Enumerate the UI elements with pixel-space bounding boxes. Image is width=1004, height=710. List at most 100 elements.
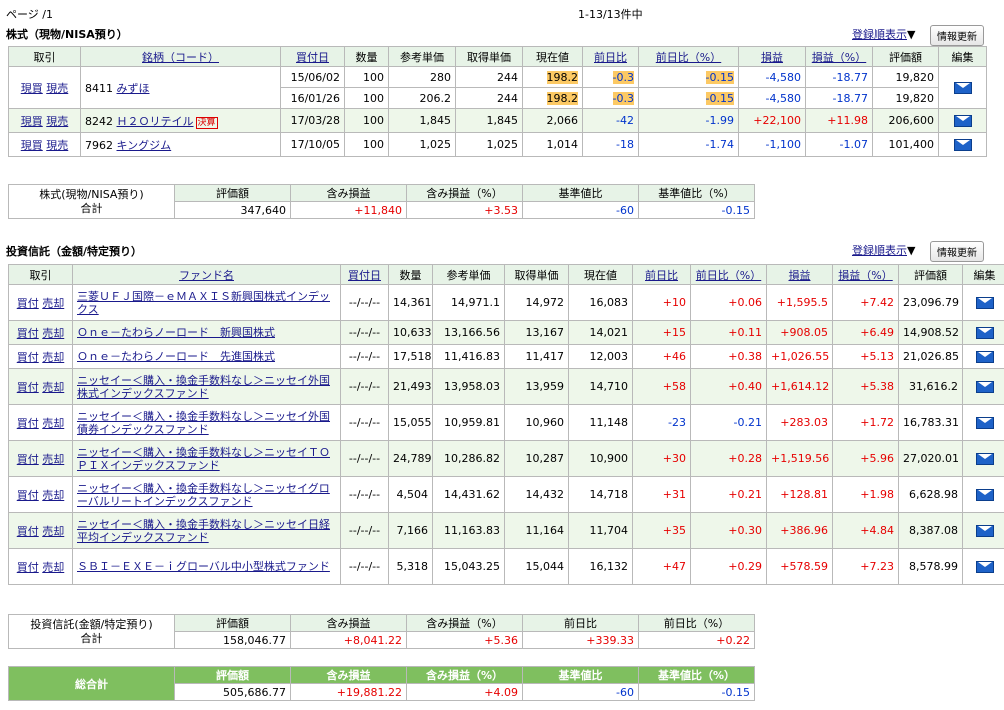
sell-link[interactable]: 売却: [42, 417, 64, 430]
sort-column-link[interactable]: 前日比: [594, 51, 627, 64]
funds-col-header[interactable]: 損益（%）: [832, 264, 899, 285]
stocks-col-header[interactable]: 前日比（%）: [638, 46, 739, 67]
sell-link[interactable]: 売却: [42, 381, 64, 394]
stocks-col-header[interactable]: 買付日: [280, 46, 345, 67]
valuation: 8,387.08: [898, 512, 963, 549]
mail-icon[interactable]: [975, 351, 994, 363]
sell-link[interactable]: 売却: [42, 327, 64, 340]
edit-cell[interactable]: [962, 476, 1004, 513]
mail-icon[interactable]: [953, 139, 972, 151]
stock-name-link[interactable]: Ｈ２Ｏリテイル: [117, 115, 194, 128]
fund-name-link[interactable]: 三菱ＵＦＪ国際－ｅＭＡＸＩＳ新興国株式インデックス: [77, 290, 330, 316]
edit-cell[interactable]: [962, 368, 1004, 405]
buy-link[interactable]: 現買: [21, 139, 43, 152]
edit-cell[interactable]: [962, 284, 1004, 321]
sort-column-link[interactable]: 損益（%）: [838, 269, 892, 282]
profit-loss: +22,100: [738, 108, 806, 133]
buy-link[interactable]: 買付: [17, 417, 39, 430]
funds-col-header[interactable]: 前日比: [632, 264, 691, 285]
buy-link[interactable]: 買付: [17, 381, 39, 394]
sort-order-link[interactable]: 登録順表示: [852, 28, 907, 41]
edit-cell[interactable]: [962, 548, 1004, 585]
sell-link[interactable]: 売却: [42, 489, 64, 502]
sell-link[interactable]: 売却: [42, 453, 64, 466]
buy-link[interactable]: 買付: [17, 327, 39, 340]
funds-sort-toggle[interactable]: 登録順表示▼: [852, 242, 915, 258]
fund-name-link[interactable]: ＳＢＩ－ＥＸＥ－ｉグローバル中小型株式ファンド: [77, 560, 330, 573]
mail-icon[interactable]: [975, 327, 994, 339]
mail-icon[interactable]: [975, 381, 994, 393]
valuation: 14,908.52: [898, 320, 963, 345]
mail-icon[interactable]: [975, 489, 994, 501]
sort-column-link[interactable]: ファンド名: [179, 269, 234, 282]
mail-icon[interactable]: [975, 561, 994, 573]
funds-col-header[interactable]: 損益: [766, 264, 833, 285]
edit-cell[interactable]: [938, 132, 987, 157]
edit-cell[interactable]: [938, 66, 987, 109]
buy-link[interactable]: 買付: [17, 489, 39, 502]
fund-name-link[interactable]: ニッセイー＜購入・換金手数料なし＞ニッセイＴＯＰＩＸインデックスファンド: [77, 446, 330, 472]
buy-link[interactable]: 買付: [17, 453, 39, 466]
fund-name-link[interactable]: ニッセイー＜購入・換金手数料なし＞ニッセイ日経平均インデックスファンド: [77, 518, 330, 544]
stocks-col-header[interactable]: 損益（%）: [805, 46, 873, 67]
day-change-pct: +0.40: [690, 368, 767, 405]
buy-link[interactable]: 現買: [21, 115, 43, 128]
sell-link[interactable]: 売却: [42, 297, 64, 310]
stocks-col-header[interactable]: 銘柄（コード）: [80, 46, 281, 67]
sort-order-link[interactable]: 登録順表示: [852, 244, 907, 257]
buy-link[interactable]: 買付: [17, 351, 39, 364]
stocks-col-header[interactable]: 前日比: [582, 46, 639, 67]
fund-name-link[interactable]: ニッセイー＜購入・換金手数料なし＞ニッセイ外国債券インデックスファンド: [77, 410, 330, 436]
mail-icon[interactable]: [953, 82, 972, 94]
fund-name-link[interactable]: ニッセイー＜購入・換金手数料なし＞ニッセイグローバルリートインデックスファンド: [77, 482, 330, 508]
sell-link[interactable]: 売却: [42, 525, 64, 538]
sort-column-link[interactable]: 買付日: [296, 51, 329, 64]
buy-link[interactable]: 現買: [21, 82, 43, 95]
valuation: 19,820: [872, 66, 939, 88]
edit-cell[interactable]: [962, 344, 1004, 369]
sort-column-link[interactable]: 買付日: [348, 269, 381, 282]
funds-col-header[interactable]: 前日比（%）: [690, 264, 767, 285]
sell-link[interactable]: 売却: [42, 561, 64, 574]
sell-link[interactable]: 現売: [46, 115, 68, 128]
sort-column-link[interactable]: 前日比（%）: [696, 269, 761, 282]
fund-name-link[interactable]: Ｏｎｅ－たわらノーロード 先進国株式: [77, 350, 275, 363]
reference-price: 1,025: [388, 132, 456, 157]
sell-link[interactable]: 現売: [46, 82, 68, 95]
mail-icon[interactable]: [975, 525, 994, 537]
edit-cell[interactable]: [962, 320, 1004, 345]
sort-column-link[interactable]: 損益: [789, 269, 811, 282]
day-change-value: -0.3: [612, 91, 634, 105]
stock-name-link[interactable]: キングジム: [117, 139, 172, 152]
mail-icon[interactable]: [953, 115, 972, 127]
stocks-col-header[interactable]: 損益: [738, 46, 806, 67]
sort-column-link[interactable]: 損益: [761, 51, 783, 64]
edit-cell[interactable]: [962, 404, 1004, 441]
summary-header: 基準値比: [522, 184, 639, 202]
mail-icon[interactable]: [975, 453, 994, 465]
stocks-refresh-button[interactable]: 情報更新: [930, 25, 984, 46]
fund-name-link[interactable]: ニッセイー＜購入・換金手数料なし＞ニッセイ外国株式インデックスファンド: [77, 374, 330, 400]
edit-cell[interactable]: [938, 108, 987, 133]
sort-column-link[interactable]: 前日比: [645, 269, 678, 282]
stock-name-link[interactable]: みずほ: [117, 82, 150, 95]
stocks-sort-toggle[interactable]: 登録順表示▼: [852, 26, 915, 42]
edit-cell[interactable]: [962, 512, 1004, 549]
sort-column-link[interactable]: 銘柄（コード）: [142, 51, 219, 64]
funds-refresh-button[interactable]: 情報更新: [930, 241, 984, 262]
sort-column-link[interactable]: 前日比（%）: [656, 51, 721, 64]
sort-column-link[interactable]: 損益（%）: [812, 51, 866, 64]
funds-col-header[interactable]: ファンド名: [72, 264, 341, 285]
mail-icon[interactable]: [975, 417, 994, 429]
mail-icon[interactable]: [975, 297, 994, 309]
sell-link[interactable]: 現売: [46, 139, 68, 152]
fund-name-link[interactable]: Ｏｎｅ－たわらノーロード 新興国株式: [77, 326, 275, 339]
profit-loss-pct: +1.72: [832, 404, 899, 441]
buy-link[interactable]: 買付: [17, 561, 39, 574]
stocks-col-header: 数量: [344, 46, 389, 67]
sell-link[interactable]: 売却: [42, 351, 64, 364]
buy-link[interactable]: 買付: [17, 525, 39, 538]
buy-link[interactable]: 買付: [17, 297, 39, 310]
funds-col-header[interactable]: 買付日: [340, 264, 389, 285]
edit-cell[interactable]: [962, 440, 1004, 477]
